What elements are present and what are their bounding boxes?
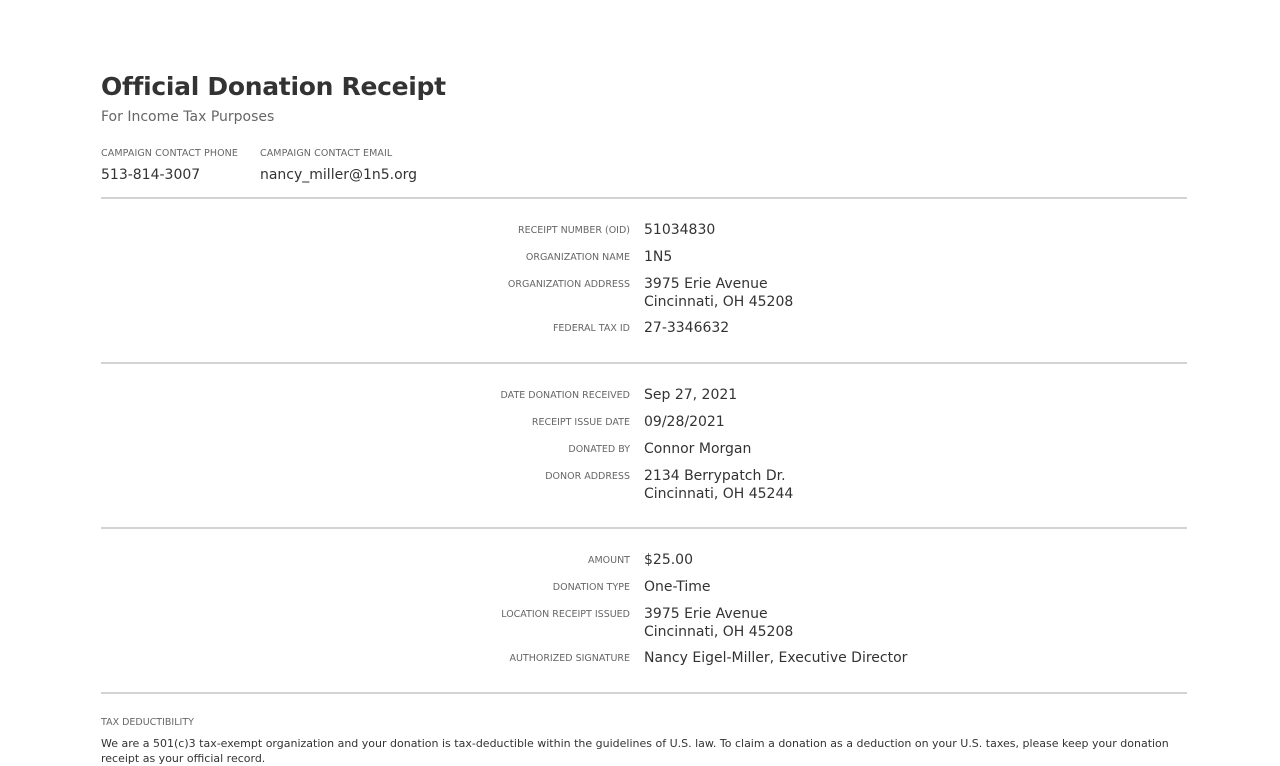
receipt-number-value: 51034830 (644, 222, 716, 238)
donation-type-label: DONATION TYPE (552, 582, 630, 593)
payment-section: AMOUNT $25.00 DONATION TYPE One-Time LOC… (101, 529, 1187, 692)
federal-tax-id-value: 27-3346632 (644, 320, 730, 336)
federal-tax-id-row: FEDERAL TAX ID 27-3346632 (101, 319, 1187, 338)
amount-label: AMOUNT (587, 555, 630, 566)
donor-address-line2: Cincinnati, OH 45244 (644, 486, 794, 502)
receipt-number-row: RECEIPT NUMBER (OID) 51034830 (101, 221, 1187, 240)
tax-deductibility-text: We are a 501(c)3 tax-exempt organization… (101, 737, 1169, 765)
organization-name-value: 1N5 (644, 249, 673, 265)
contact-phone-value: 513-814-3007 (101, 167, 201, 183)
donor-address-line1: 2134 Berrypatch Dr. (644, 468, 786, 484)
organization-section: RECEIPT NUMBER (OID) 51034830 ORGANIZATI… (101, 199, 1187, 362)
signature-label: AUTHORIZED SIGNATURE (509, 653, 630, 664)
location-issued-label: LOCATION RECEIPT ISSUED (501, 609, 630, 620)
amount-value: $25.00 (644, 552, 693, 568)
contact-email-value: nancy_miller@1n5.org (259, 167, 418, 183)
date-received-row: DATE DONATION RECEIVED Sep 27, 2021 (101, 386, 1187, 405)
federal-tax-id-label: FEDERAL TAX ID (552, 323, 630, 334)
donation-type-value: One-Time (644, 579, 711, 595)
donation-section: DATE DONATION RECEIVED Sep 27, 2021 RECE… (101, 364, 1187, 527)
organization-address-value: 3975 Erie Avenue Cincinnati, OH 45208 (644, 275, 793, 311)
location-issued-line2: Cincinnati, OH 45208 (644, 624, 794, 640)
signature-row: AUTHORIZED SIGNATURE Nancy Eigel-Miller,… (101, 649, 1187, 668)
receipt-number-label: RECEIPT NUMBER (OID) (518, 225, 630, 236)
receipt-page: Official Donation Receipt For Income Tax… (0, 0, 1280, 766)
donated-by-label: DONATED BY (568, 444, 630, 455)
date-received-value: Sep 27, 2021 (644, 387, 738, 403)
donor-address-row: DONOR ADDRESS 2134 Berrypatch Dr. Cincin… (101, 467, 1187, 503)
organization-address-line2: Cincinnati, OH 45208 (644, 294, 794, 310)
donation-type-row: DONATION TYPE One-Time (101, 578, 1187, 597)
amount-row: AMOUNT $25.00 (101, 551, 1187, 570)
contact-email-label: CAMPAIGN CONTACT EMAIL (259, 148, 393, 159)
signature-value: Nancy Eigel-Miller, Executive Director (644, 650, 908, 666)
location-issued-row: LOCATION RECEIPT ISSUED 3975 Erie Avenue… (101, 605, 1187, 641)
issue-date-value: 09/28/2021 (644, 414, 725, 430)
receipt-content: Official Donation Receipt For Income Tax… (101, 70, 1187, 766)
location-issued-line1: 3975 Erie Avenue (644, 606, 768, 622)
date-received-label: DATE DONATION RECEIVED (500, 390, 630, 401)
issue-date-label: RECEIPT ISSUE DATE (531, 417, 630, 428)
organization-address-line1: 3975 Erie Avenue (644, 276, 768, 292)
donor-address-value: 2134 Berrypatch Dr. Cincinnati, OH 45244 (644, 467, 793, 503)
campaign-contacts: CAMPAIGN CONTACT PHONE 513-814-3007 CAMP… (101, 147, 1187, 185)
organization-address-row: ORGANIZATION ADDRESS 3975 Erie Avenue Ci… (101, 275, 1187, 311)
page-subtitle: For Income Tax Purposes (101, 109, 275, 125)
donor-address-label: DONOR ADDRESS (545, 471, 630, 482)
contact-phone: CAMPAIGN CONTACT PHONE 513-814-3007 (101, 147, 238, 185)
donated-by-value: Connor Morgan (644, 441, 752, 457)
tax-deductibility-label: TAX DEDUCTIBILITY (101, 717, 194, 728)
section-divider (101, 692, 1187, 694)
donated-by-row: DONATED BY Connor Morgan (101, 440, 1187, 459)
organization-address-label: ORGANIZATION ADDRESS (507, 279, 630, 290)
issue-date-row: RECEIPT ISSUE DATE 09/28/2021 (101, 413, 1187, 432)
organization-name-row: ORGANIZATION NAME 1N5 (101, 248, 1187, 267)
location-issued-value: 3975 Erie Avenue Cincinnati, OH 45208 (644, 605, 793, 641)
tax-deductibility-section: TAX DEDUCTIBILITY We are a 501(c)3 tax-e… (101, 716, 1187, 766)
contact-phone-label: CAMPAIGN CONTACT PHONE (101, 148, 238, 159)
page-title: Official Donation Receipt (101, 72, 446, 101)
organization-name-label: ORGANIZATION NAME (525, 252, 630, 263)
contact-email: CAMPAIGN CONTACT EMAIL nancy_miller@1n5.… (260, 147, 417, 185)
